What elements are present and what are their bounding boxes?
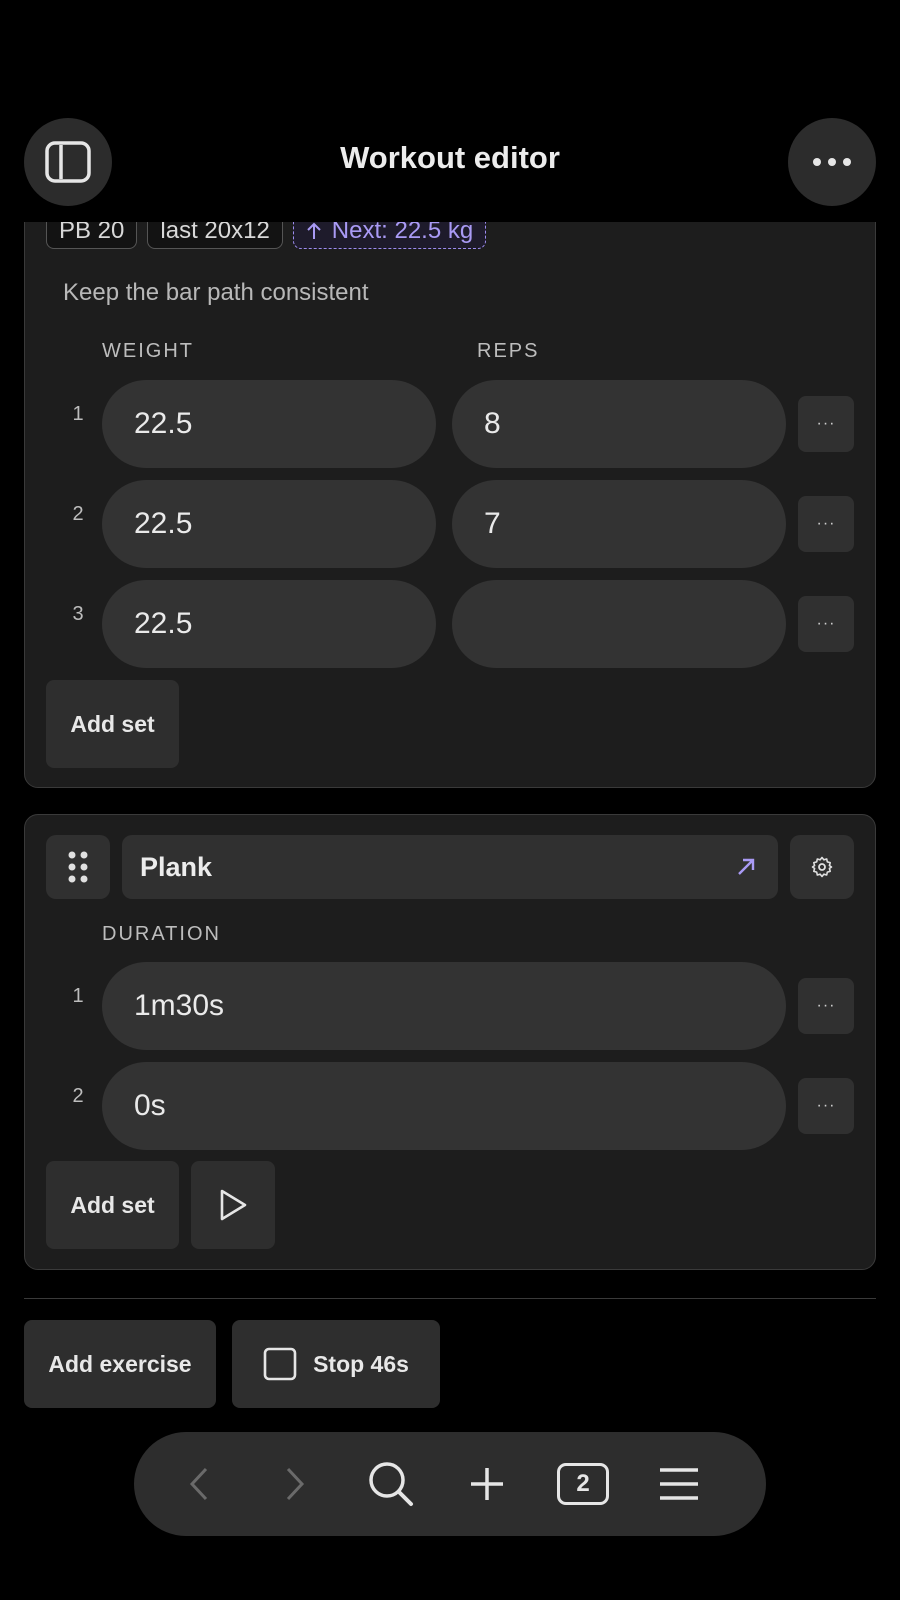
browser-toolbar: 2 bbox=[134, 1432, 766, 1536]
reps-column-header: REPS bbox=[477, 340, 540, 362]
exercise-name: Plank bbox=[140, 851, 213, 882]
set-number: 1 bbox=[72, 985, 84, 1007]
weight-input[interactable]: 22.5 bbox=[102, 580, 436, 668]
tab-count: 2 bbox=[576, 1470, 590, 1497]
section-divider bbox=[24, 1298, 876, 1299]
chevron-left-icon bbox=[189, 1467, 208, 1501]
menu-button[interactable] bbox=[644, 1432, 714, 1536]
forward-button[interactable] bbox=[260, 1432, 330, 1536]
chevron-right-icon bbox=[286, 1467, 305, 1501]
add-exercise-button[interactable]: Add exercise bbox=[24, 1320, 216, 1408]
more-options-button[interactable] bbox=[788, 118, 876, 206]
new-tab-button[interactable] bbox=[452, 1432, 522, 1536]
stop-square-icon bbox=[263, 1347, 297, 1381]
weight-input[interactable]: 22.5 bbox=[102, 380, 436, 468]
reps-input[interactable]: 7 bbox=[452, 480, 786, 568]
reps-input[interactable] bbox=[452, 580, 786, 668]
set-more-button[interactable]: ··· bbox=[798, 596, 854, 652]
search-button[interactable] bbox=[356, 1432, 426, 1536]
duration-column-header: DURATION bbox=[102, 923, 221, 945]
stop-timer-button[interactable]: Stop 46s bbox=[232, 1320, 440, 1408]
play-icon bbox=[220, 1189, 247, 1221]
set-number: 2 bbox=[72, 1085, 84, 1107]
plus-icon bbox=[471, 1468, 503, 1500]
set-number: 1 bbox=[72, 403, 84, 425]
add-set-button[interactable]: Add set bbox=[46, 1161, 179, 1249]
drag-handle-icon bbox=[68, 851, 88, 883]
hamburger-icon bbox=[660, 1468, 698, 1500]
set-number: 3 bbox=[72, 603, 84, 625]
exercise-name-field[interactable]: Plank bbox=[122, 835, 778, 899]
ellipsis-icon bbox=[813, 158, 851, 166]
exercise-note: Keep the bar path consistent bbox=[63, 279, 369, 306]
set-more-button[interactable]: ··· bbox=[798, 496, 854, 552]
back-button[interactable] bbox=[164, 1432, 234, 1536]
open-exercise-icon[interactable] bbox=[736, 857, 756, 877]
set-number: 2 bbox=[72, 503, 84, 525]
start-timer-button[interactable] bbox=[191, 1161, 275, 1249]
set-more-button[interactable]: ··· bbox=[798, 396, 854, 452]
set-more-button[interactable]: ··· bbox=[798, 978, 854, 1034]
duration-input[interactable]: 0s bbox=[102, 1062, 786, 1150]
exercise-card: PB 20 last 20x12 Next: 22.5 kg Keep the … bbox=[24, 150, 876, 788]
stop-timer-label: Stop 46s bbox=[313, 1350, 409, 1377]
exercise-settings-button[interactable] bbox=[790, 835, 854, 899]
add-set-button[interactable]: Add set bbox=[46, 680, 179, 768]
exercise-card: Plank DURATION 1 1m30s ··· 2 0s ··· Add … bbox=[24, 814, 876, 1270]
weight-input[interactable]: 22.5 bbox=[102, 480, 436, 568]
gear-icon bbox=[811, 856, 833, 878]
set-more-button[interactable]: ··· bbox=[798, 1078, 854, 1134]
reps-input[interactable]: 8 bbox=[452, 380, 786, 468]
weight-column-header: WEIGHT bbox=[102, 340, 194, 362]
drag-handle[interactable] bbox=[46, 835, 110, 899]
duration-input[interactable]: 1m30s bbox=[102, 962, 786, 1050]
page-title: Workout editor bbox=[340, 140, 560, 175]
search-icon bbox=[369, 1462, 413, 1506]
tab-count-icon: 2 bbox=[557, 1463, 609, 1505]
arrow-up-icon bbox=[307, 222, 321, 239]
top-bar: Workout editor bbox=[0, 0, 900, 222]
tabs-button[interactable]: 2 bbox=[548, 1432, 618, 1536]
